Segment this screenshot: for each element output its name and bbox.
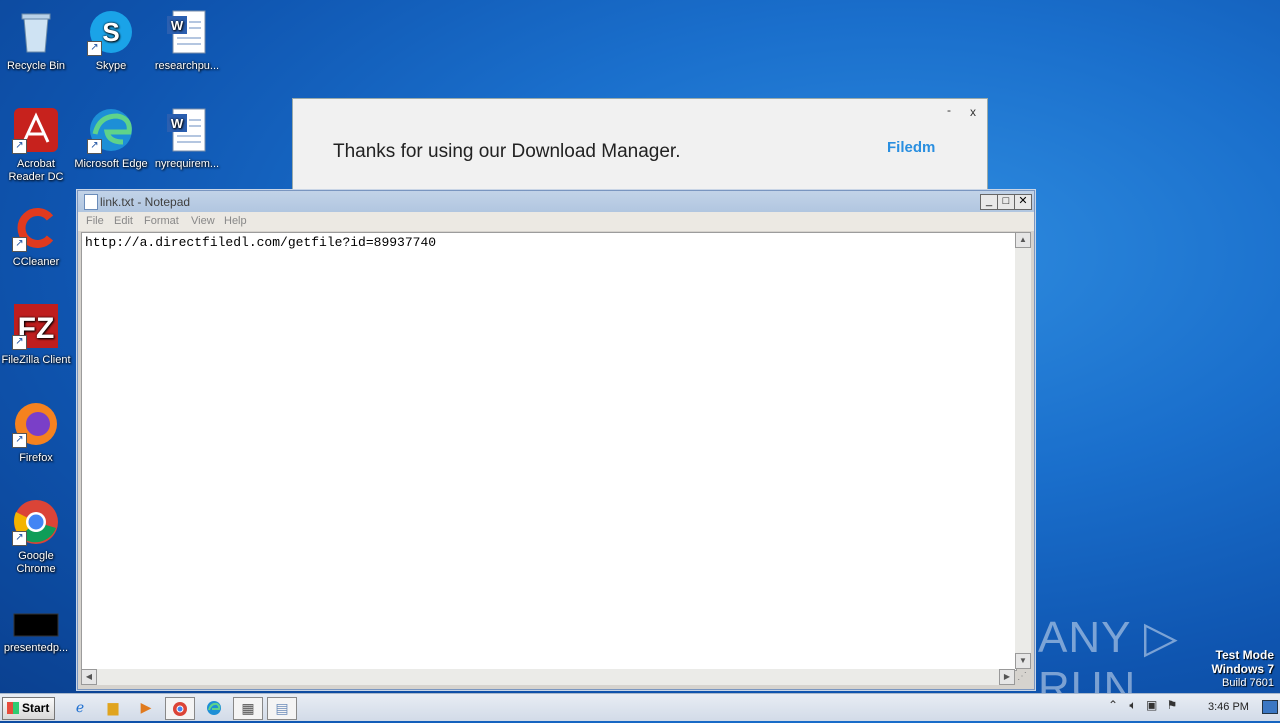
- scroll-right-icon[interactable]: ▶: [999, 669, 1015, 685]
- svg-text:S: S: [102, 17, 119, 47]
- filedm-logo[interactable]: Filedm: [887, 139, 935, 156]
- download-manager-ad-window: - x Thanks for using our Download Manage…: [292, 98, 988, 194]
- test-mode-label: Test Mode: [1215, 648, 1274, 662]
- maximize-button[interactable]: □: [997, 194, 1015, 210]
- scroll-down-icon[interactable]: ▼: [1015, 653, 1031, 669]
- menu-help[interactable]: Help: [224, 215, 247, 227]
- editor-content: http://a.directfiledl.com/getfile?id=899…: [85, 235, 437, 250]
- acrobat-icon: ↗: [12, 106, 60, 154]
- menu-edit[interactable]: Edit: [114, 215, 133, 227]
- desktop-icon-edge[interactable]: ↗ Microsoft Edge: [73, 106, 149, 171]
- ad-minimize-button[interactable]: -: [947, 103, 951, 117]
- network-icon[interactable]: ▣: [1146, 698, 1157, 712]
- resize-grip-icon[interactable]: ⋰: [1017, 671, 1031, 685]
- desktop-icon-ccleaner[interactable]: ↗ CCleaner: [0, 204, 74, 269]
- windows-logo-icon: [7, 702, 19, 714]
- desktop-icon-recycle-bin[interactable]: Recycle Bin: [0, 8, 74, 73]
- vertical-scrollbar[interactable]: ▲ ▼: [1015, 232, 1031, 669]
- media-player-icon[interactable]: ▶: [132, 697, 160, 718]
- horizontal-scrollbar[interactable]: ◀ ▶: [81, 669, 1015, 685]
- taskbar: Start ℯ ▆ ▶ ▦ ▤ ⌃ 🔈︎ ▣ ⚑ 3:46 PM: [0, 693, 1280, 721]
- desktop-icon-presentedp[interactable]: presentedp...: [0, 608, 74, 655]
- menu-view[interactable]: View: [191, 215, 215, 227]
- filezilla-icon: FZ ↗: [12, 302, 60, 350]
- menu-file[interactable]: File: [86, 215, 104, 227]
- show-hidden-icons-icon[interactable]: ⌃: [1108, 698, 1118, 712]
- edge-icon: ↗: [87, 106, 135, 154]
- system-tray: ⌃ 🔈︎ ▣ ⚑: [1108, 698, 1177, 713]
- notepad-titlebar[interactable]: link.txt - Notepad _ □ ✕: [78, 191, 1034, 212]
- desktop-icon-filezilla[interactable]: FZ ↗ FileZilla Client: [0, 302, 74, 367]
- desktop-icon-researchpu[interactable]: W researchpu...: [149, 8, 225, 73]
- ad-message: Thanks for using our Download Manager.: [333, 141, 681, 162]
- explorer-icon[interactable]: ▆: [99, 697, 127, 718]
- close-button[interactable]: ✕: [1014, 194, 1032, 210]
- scroll-left-icon[interactable]: ◀: [81, 669, 97, 685]
- skype-icon: S ↗: [87, 8, 135, 56]
- minimize-button[interactable]: _: [980, 194, 998, 210]
- notepad-icon[interactable]: ▤: [267, 697, 297, 720]
- menu-format[interactable]: Format: [144, 215, 179, 227]
- recycle-bin-icon: [12, 8, 60, 56]
- desktop-icon-nyrequirem[interactable]: W nyrequirem...: [149, 106, 225, 171]
- svg-text:W: W: [171, 116, 184, 131]
- ccleaner-icon: ↗: [12, 204, 60, 252]
- desktop-icon-acrobat[interactable]: ↗ Acrobat Reader DC: [0, 106, 74, 184]
- scroll-up-icon[interactable]: ▲: [1015, 232, 1031, 248]
- ie-icon[interactable]: ℯ: [66, 697, 94, 718]
- start-button[interactable]: Start: [2, 697, 55, 720]
- text-editor[interactable]: http://a.directfiledl.com/getfile?id=899…: [81, 232, 1017, 671]
- black-file-icon: [12, 608, 60, 638]
- chrome-icon[interactable]: [165, 697, 195, 720]
- build-label: Build 7601: [1222, 677, 1274, 689]
- network-app-icon[interactable]: ▦: [233, 697, 263, 720]
- menu-bar: File Edit Format View Help: [78, 212, 1034, 231]
- volume-icon[interactable]: 🔈︎: [1129, 698, 1136, 712]
- desktop-icon-chrome[interactable]: ↗ Google Chrome: [0, 498, 74, 576]
- show-desktop-icon[interactable]: [1262, 700, 1278, 714]
- notepad-icon: [84, 194, 98, 210]
- action-center-flag-icon[interactable]: ⚑: [1167, 698, 1178, 712]
- notepad-window: link.txt - Notepad _ □ ✕ File Edit Forma…: [77, 190, 1035, 690]
- window-title: link.txt - Notepad: [100, 195, 191, 209]
- windows-version-label: Windows 7: [1211, 662, 1274, 676]
- desktop-icon-firefox[interactable]: ↗ Firefox: [0, 400, 74, 465]
- desktop-icon-skype[interactable]: S ↗ Skype: [73, 8, 149, 73]
- clock[interactable]: 3:46 PM: [1208, 701, 1249, 713]
- ad-close-button[interactable]: x: [970, 105, 976, 119]
- firefox-icon: ↗: [12, 400, 60, 448]
- svg-text:W: W: [171, 18, 184, 33]
- chrome-icon: ↗: [12, 498, 60, 546]
- word-doc-icon: W: [163, 106, 211, 154]
- os-build-watermark: Test Mode Windows 7 Build 7601: [1211, 648, 1274, 690]
- word-doc-icon: W: [163, 8, 211, 56]
- edge-icon[interactable]: [200, 697, 228, 718]
